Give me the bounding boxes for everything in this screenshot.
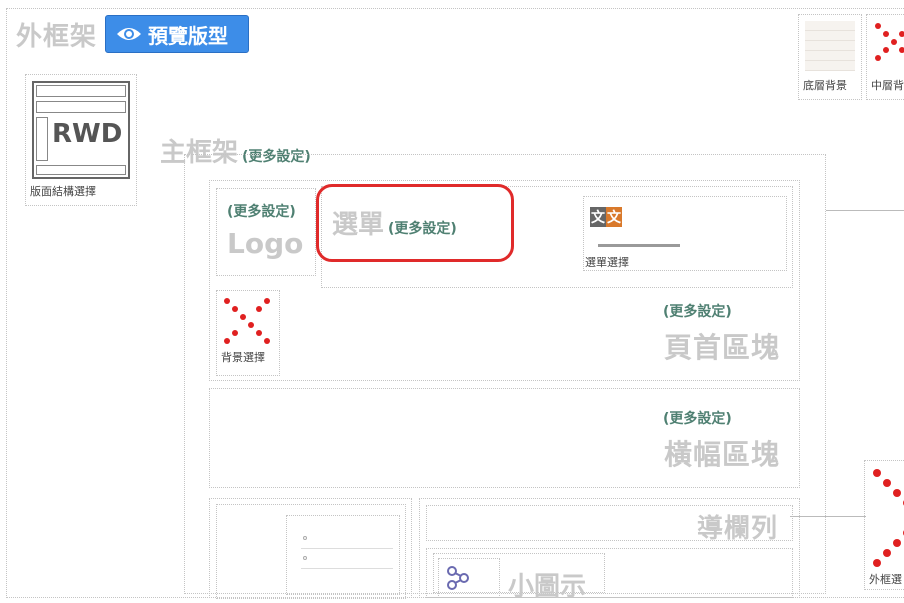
menu-style-icon: 文 文 bbox=[590, 207, 622, 227]
menu-select-box[interactable]: 文 文 選單選擇 bbox=[583, 196, 787, 271]
menu-underline bbox=[598, 244, 680, 247]
logo-more-settings[interactable]: (更多設定) bbox=[227, 201, 296, 221]
layout-select-box[interactable]: RWD 版面結構選擇 bbox=[25, 74, 137, 206]
brick-texture-icon bbox=[805, 21, 855, 71]
small-icon-title: 小圖示 bbox=[508, 572, 587, 602]
list-divider bbox=[301, 548, 393, 549]
logo-text: Logo bbox=[227, 227, 304, 260]
middle-background-label: 中層背 bbox=[871, 79, 904, 92]
outer-frame-title: 外框架 bbox=[16, 22, 98, 52]
nav-bar-title: 導欄列 bbox=[697, 514, 779, 544]
banner-block-title: 橫幅區塊 bbox=[664, 438, 781, 471]
list-divider bbox=[301, 568, 393, 569]
logo-box: (更多設定) Logo bbox=[216, 188, 316, 276]
sidebar-list-box bbox=[286, 515, 400, 595]
nav-connector-line bbox=[790, 516, 866, 517]
no-image-x-icon bbox=[875, 23, 904, 61]
header-block-title: 頁首區塊 bbox=[664, 331, 781, 364]
menu-select-label: 選單選擇 bbox=[585, 256, 629, 269]
banner-more-settings[interactable]: (更多設定) bbox=[663, 408, 732, 428]
layout-wireframe-icon: RWD bbox=[32, 81, 130, 179]
nav-bar: 導欄列 bbox=[426, 505, 793, 544]
menu-more-settings[interactable]: (更多設定) bbox=[388, 218, 457, 238]
list-bullet bbox=[303, 536, 307, 540]
header-more-settings[interactable]: (更多設定) bbox=[663, 301, 732, 321]
preview-layout-label: 預覽版型 bbox=[148, 23, 228, 48]
middle-background-select[interactable]: 中層背 bbox=[866, 14, 904, 100]
bottom-background-label: 底層背景 bbox=[803, 79, 847, 92]
share-icon bbox=[447, 566, 469, 590]
share-icon-box[interactable] bbox=[438, 558, 500, 598]
menu-char-1: 文 bbox=[590, 207, 606, 227]
rwd-text: RWD bbox=[52, 119, 123, 149]
outer-background-label: 外框選 bbox=[869, 573, 902, 586]
menu-char-2: 文 bbox=[606, 207, 622, 227]
preview-layout-button[interactable]: 預覽版型 bbox=[105, 15, 249, 53]
list-bullet bbox=[303, 556, 307, 560]
no-image-x-icon bbox=[873, 469, 904, 567]
outer-background-select[interactable]: 外框選 bbox=[864, 460, 904, 590]
bottom-background-select[interactable]: 底層背景 bbox=[798, 14, 862, 100]
banner-block: (更多設定) 橫幅區塊 bbox=[209, 388, 800, 488]
no-image-x-icon bbox=[224, 298, 270, 344]
menu-title: 選單 bbox=[332, 210, 385, 240]
layout-select-label: 版面結構選擇 bbox=[30, 185, 96, 198]
header-background-select[interactable]: 背景選擇 bbox=[216, 290, 280, 376]
small-icon-box: 小圖示 bbox=[433, 553, 605, 602]
menu-title-row: 選單 (更多設定) bbox=[332, 204, 457, 241]
header-background-label: 背景選擇 bbox=[221, 351, 265, 364]
connector-line bbox=[826, 210, 904, 211]
eye-icon bbox=[117, 28, 141, 40]
